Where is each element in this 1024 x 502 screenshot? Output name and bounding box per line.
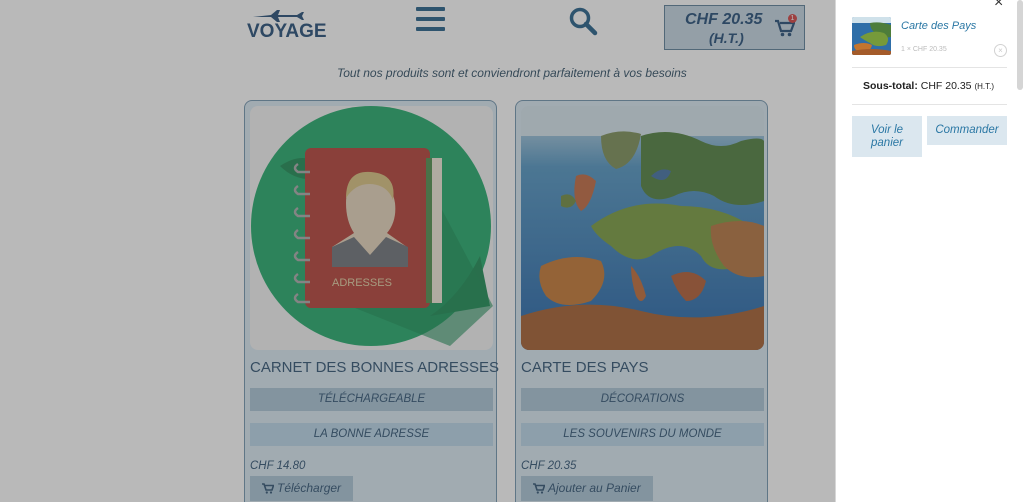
checkout-button[interactable]: Commander [927,116,1007,145]
subtotal-value: CHF 20.35 [920,80,972,92]
modal-overlay[interactable] [0,0,835,502]
view-cart-button[interactable]: Voir le panier [852,116,922,157]
view-cart-label-line1: Voir le [870,124,904,136]
divider [852,104,1007,105]
close-icon[interactable]: × [994,0,1003,11]
divider [852,67,1007,68]
cart-item-quantity: 1 × CHF 20.35 [901,46,947,53]
cart-item-name[interactable]: Carte des Pays [901,20,976,32]
shop-page: VOYAGE CHF 20.35 (H.T.) 1 Tout nos produ… [0,0,835,502]
scrollbar[interactable] [1017,0,1023,90]
mini-cart-drawer: × Carte des Pays 1 × CHF 20.35 × Sous-to… [835,0,1024,502]
subtotal-label: Sous-total: [863,80,918,92]
cart-item-thumbnail[interactable] [852,17,891,55]
remove-item-icon[interactable]: × [994,44,1007,57]
subtotal-ht: (H.T.) [974,82,995,91]
view-cart-label-line2: panier [871,137,903,149]
subtotal: Sous-total: CHF 20.35 (H.T.) [863,80,994,92]
